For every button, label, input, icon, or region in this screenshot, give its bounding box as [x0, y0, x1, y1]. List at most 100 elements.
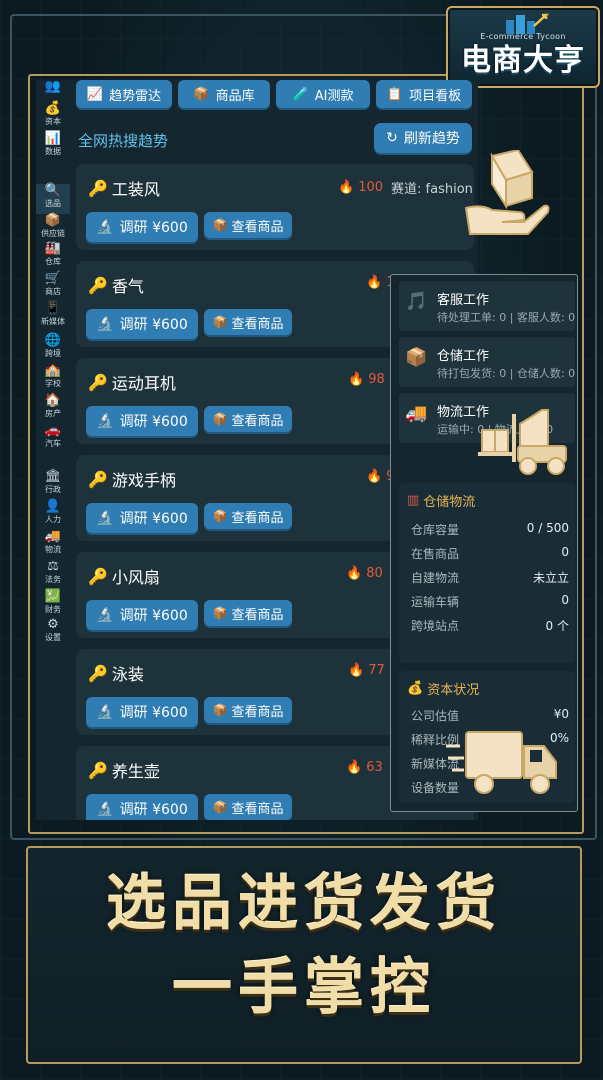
- job-customer-service[interactable]: 🎵 客服工作 待处理工单: 0 | 客服人数: 0: [399, 281, 575, 331]
- sidebar-item-label: 选品: [45, 199, 61, 208]
- tab-project-board[interactable]: 📋 项目看板: [376, 80, 472, 108]
- stat-value: 0: [561, 545, 569, 559]
- fire-icon: 🔥: [346, 566, 363, 581]
- keyword-text: 泳装: [111, 665, 144, 684]
- warehouse-icon: 🏭: [44, 241, 62, 256]
- person-icon: 👥: [44, 79, 62, 94]
- sidebar-item-real-estate[interactable]: 🏠 房产: [36, 394, 70, 419]
- music-note-icon: 🎵: [405, 291, 428, 312]
- refresh-icon: ↻: [386, 130, 398, 146]
- view-products-button[interactable]: 📦 查看商品: [204, 794, 292, 820]
- heat-score: 🔥 100 赛道: fashion: [338, 178, 473, 197]
- sidebar-item-selection[interactable]: 🔍 选品: [36, 184, 70, 214]
- fire-icon: 🔥: [338, 180, 355, 195]
- job-warehouse[interactable]: 📦 仓储工作 待打包发货: 0 | 仓储人数: 0: [399, 337, 575, 387]
- sidebar-item-car[interactable]: 🚗 汽车: [36, 424, 70, 449]
- view-label: 查看商品: [231, 510, 284, 526]
- box-icon: 📦: [212, 703, 228, 717]
- heat-value: 100: [358, 180, 384, 195]
- view-products-button[interactable]: 📦 查看商品: [204, 697, 292, 723]
- research-button[interactable]: 🔬 调研 ¥600: [86, 600, 198, 630]
- forklift-icon: [478, 409, 567, 475]
- job-status: 待处理工单: 0 | 客服人数: 0: [437, 311, 576, 324]
- sidebar-item-label: 行政: [45, 485, 61, 494]
- key-icon: 🔑: [88, 663, 108, 683]
- box-icon: 📦: [212, 412, 228, 426]
- box-icon: 📦: [44, 213, 62, 228]
- sidebar-item-label: 汽车: [45, 439, 61, 448]
- clipboard-icon: 📋: [386, 86, 404, 102]
- research-button[interactable]: 🔬 调研 ¥600: [86, 212, 198, 242]
- tab-label: 项目看板: [409, 88, 462, 104]
- sidebar-item-label: 新媒体: [41, 317, 65, 326]
- box-icon: 📦: [212, 800, 228, 814]
- sidebar-item-new-media[interactable]: 📱 新媒体: [36, 302, 70, 327]
- refresh-trends-button[interactable]: ↻ 刷新趋势: [374, 123, 472, 153]
- sidebar-item-finance[interactable]: 💹 财务: [36, 590, 70, 615]
- stat-row: 运输车辆 0: [411, 593, 569, 610]
- sidebar-item-hr[interactable]: 👤 人力: [36, 500, 70, 525]
- tab-trend-radar[interactable]: 📈 趋势雷达: [76, 80, 172, 108]
- research-button[interactable]: 🔬 调研 ¥600: [86, 503, 198, 533]
- key-icon: 🔑: [88, 469, 108, 489]
- sidebar-item-top[interactable]: 👥: [36, 80, 70, 94]
- research-button[interactable]: 🔬 调研 ¥600: [86, 697, 198, 727]
- view-products-button[interactable]: 📦 查看商品: [204, 212, 292, 238]
- heat-value: 77: [368, 663, 385, 678]
- sidebar-item-data[interactable]: 📊 数据: [36, 132, 70, 157]
- sidebar: 👥 💰 资本 📊 数据 🔍 选品 📦 供应链 🏭 仓库 🛒 商店 📱 新媒体 🌐…: [36, 80, 70, 820]
- view-label: 查看商品: [231, 413, 284, 429]
- sidebar-item-capital[interactable]: 💰 资本: [36, 102, 70, 127]
- box-icon: 📦: [193, 86, 210, 102]
- keyword-text: 小风扇: [111, 568, 160, 587]
- tab-label: 趋势雷达: [109, 88, 162, 104]
- research-label: 调研 ¥600: [119, 414, 188, 430]
- stat-value: 0 / 500: [526, 521, 569, 535]
- sidebar-item-store[interactable]: 🛒 商店: [36, 272, 70, 297]
- view-products-button[interactable]: 📦 查看商品: [204, 503, 292, 529]
- research-button[interactable]: 🔬 调研 ¥600: [86, 794, 198, 820]
- view-label: 查看商品: [231, 607, 284, 623]
- trend-keyword: 🔑 工装风: [88, 176, 160, 200]
- money-bag-icon: 💰: [44, 101, 62, 116]
- research-button[interactable]: 🔬 调研 ¥600: [86, 406, 198, 436]
- sidebar-item-logistics[interactable]: 🚚 物流: [36, 530, 70, 555]
- microscope-icon: 🔬: [96, 801, 114, 817]
- sidebar-item-supply-chain[interactable]: 📦 供应链: [36, 214, 70, 239]
- test-tube-icon: 🧪: [292, 86, 309, 102]
- stat-label: 自建物流: [411, 571, 460, 585]
- stat-row: 仓库容量 0 / 500: [411, 521, 569, 538]
- finance-icon: 💹: [44, 589, 62, 604]
- keyword-text: 工装风: [111, 180, 160, 199]
- stat-label: 公司估值: [411, 709, 460, 723]
- sidebar-item-legal[interactable]: ⚖ 法务: [36, 560, 70, 585]
- research-button[interactable]: 🔬 调研 ¥600: [86, 309, 198, 339]
- research-label: 调研 ¥600: [119, 220, 188, 236]
- sidebar-item-warehouse[interactable]: 🏭 仓库: [36, 242, 70, 267]
- sidebar-item-school[interactable]: 🏫 学校: [36, 364, 70, 389]
- research-label: 调研 ¥600: [119, 705, 188, 721]
- view-products-button[interactable]: 📦 查看商品: [204, 309, 292, 335]
- globe-icon: 🌐: [44, 333, 62, 348]
- sidebar-item-cross-border[interactable]: 🌐 跨境: [36, 334, 70, 359]
- sidebar-item-admin[interactable]: 🏛 行政: [36, 470, 70, 495]
- house-icon: 🏠: [44, 393, 62, 408]
- heat-value: 98: [368, 372, 385, 387]
- tab-ai-test[interactable]: 🧪 AI测款: [276, 80, 370, 108]
- trend-keyword: 🔑 泳装: [88, 661, 144, 685]
- sidebar-item-settings[interactable]: ⚙ 设置: [36, 618, 70, 643]
- tab-product-library[interactable]: 📦 商品库: [178, 80, 270, 108]
- view-products-button[interactable]: 📦 查看商品: [204, 406, 292, 432]
- heat-score: 🔥 80: [346, 566, 391, 581]
- box-icon: 📦: [212, 509, 228, 523]
- phone-icon: 📱: [44, 301, 62, 316]
- view-products-button[interactable]: 📦 查看商品: [204, 600, 292, 626]
- stat-row: 自建物流 未立立: [411, 569, 569, 586]
- tab-label: AI测款: [314, 88, 354, 104]
- stat-value: 0 个: [545, 619, 569, 633]
- scales-icon: ⚖: [47, 559, 59, 574]
- truck-icon: 🚚: [44, 529, 62, 544]
- box-icon: 📦: [405, 347, 428, 368]
- heat-score: 🔥 98: [348, 372, 393, 387]
- keyword-text: 游戏手柄: [111, 471, 176, 490]
